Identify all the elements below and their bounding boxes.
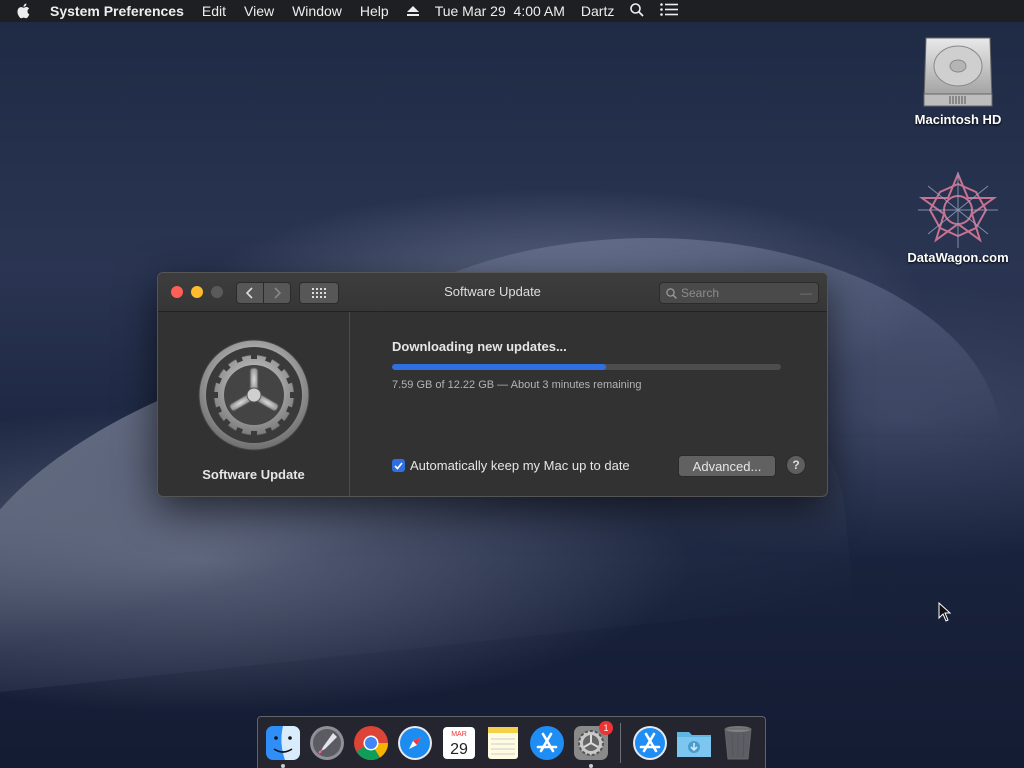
dock-item-downloads[interactable]: [675, 724, 713, 762]
menu-user[interactable]: Dartz: [581, 3, 614, 19]
chevron-right-icon: [274, 287, 281, 299]
window-titlebar[interactable]: Software Update Search —: [158, 273, 827, 312]
pane-sidebar: Software Update: [158, 312, 350, 496]
search-clear-icon[interactable]: —: [800, 286, 812, 300]
menu-help[interactable]: Help: [360, 3, 389, 19]
calendar-month: MAR: [451, 731, 467, 738]
trash-icon: [724, 725, 752, 759]
running-indicator: [281, 763, 285, 768]
checkmark-icon: [394, 461, 403, 470]
desktop-item-macintosh-hd[interactable]: Macintosh HD: [903, 32, 1013, 127]
dock-item-chrome[interactable]: [352, 724, 390, 762]
pane-label: Software Update: [202, 467, 305, 482]
gear-icon: [197, 338, 311, 457]
finder-icon: [266, 725, 300, 760]
dock-item-notes[interactable]: [484, 724, 522, 762]
dock-item-system-preferences[interactable]: 1: [572, 720, 613, 768]
downloads-folder-icon: [677, 731, 711, 757]
hard-drive-icon: [903, 32, 1013, 112]
zoom-button: [211, 286, 223, 298]
software-update-window: Software Update Search — Software Update…: [157, 272, 828, 497]
forward-button: [264, 282, 291, 304]
menu-edit[interactable]: Edit: [202, 3, 226, 19]
dock: MAR 29 1: [257, 716, 766, 768]
search-placeholder: Search: [681, 286, 720, 300]
dock-item-app-store[interactable]: [528, 724, 566, 762]
app-store-icon: [530, 725, 564, 760]
dock-item-finder[interactable]: [264, 724, 302, 768]
datawagon-logo-icon: [903, 170, 1013, 250]
download-progress-fill: [392, 364, 606, 370]
search-icon: [666, 287, 677, 299]
dock-item-safari[interactable]: [396, 724, 434, 762]
calendar-day: 29: [450, 741, 468, 758]
notification-badge: 1: [599, 720, 613, 735]
safari-icon: [398, 725, 432, 760]
minimize-button[interactable]: [191, 286, 203, 298]
dock-item-app-store-download[interactable]: [631, 724, 669, 762]
dock-item-launchpad[interactable]: [308, 724, 346, 762]
dock-separator: [620, 722, 621, 763]
mouse-pointer-icon: [938, 601, 952, 627]
auto-update-label[interactable]: Automatically keep my Mac up to date: [410, 458, 630, 473]
help-button[interactable]: ?: [786, 455, 806, 475]
app-store-icon: [633, 725, 667, 760]
notes-icon: [488, 726, 518, 759]
menu-app-name[interactable]: System Preferences: [50, 3, 184, 19]
update-content: Downloading new updates... 7.59 GB of 12…: [350, 312, 827, 496]
calendar-icon: MAR 29: [443, 726, 475, 759]
auto-update-checkbox[interactable]: [392, 459, 405, 472]
menu-bar: System Preferences Edit View Window Help…: [0, 0, 1024, 22]
dock-item-trash[interactable]: [719, 724, 757, 762]
menu-window[interactable]: Window: [292, 3, 342, 19]
download-progress-bar: [392, 364, 781, 370]
back-button[interactable]: [236, 282, 264, 304]
auto-update-row[interactable]: Automatically keep my Mac up to date: [392, 458, 630, 473]
menu-clock[interactable]: Tue Mar 29 4:00 AM: [435, 3, 565, 19]
running-indicator: [589, 763, 593, 768]
show-all-button[interactable]: [299, 282, 339, 304]
advanced-button[interactable]: Advanced...: [678, 455, 776, 477]
eject-icon[interactable]: [406, 3, 419, 19]
close-button[interactable]: [171, 286, 183, 298]
download-status: Downloading new updates...: [392, 339, 567, 354]
download-detail: 7.59 GB of 12.22 GB — About 3 minutes re…: [392, 379, 642, 391]
dock-item-calendar[interactable]: MAR 29: [440, 724, 478, 762]
grid-icon: [312, 288, 326, 298]
notification-center-icon[interactable]: [660, 3, 679, 19]
spotlight-search-icon[interactable]: [630, 2, 644, 20]
launchpad-icon: [310, 725, 344, 760]
menu-view[interactable]: View: [244, 3, 274, 19]
apple-menu-icon[interactable]: [16, 3, 36, 19]
desktop-item-datawagon[interactable]: DataWagon.com: [903, 170, 1013, 265]
desktop-item-label: Macintosh HD: [914, 112, 1002, 127]
chrome-icon: [354, 725, 389, 760]
search-field[interactable]: Search —: [659, 282, 819, 304]
desktop-item-label: DataWagon.com: [907, 250, 1009, 265]
chevron-left-icon: [246, 287, 253, 299]
